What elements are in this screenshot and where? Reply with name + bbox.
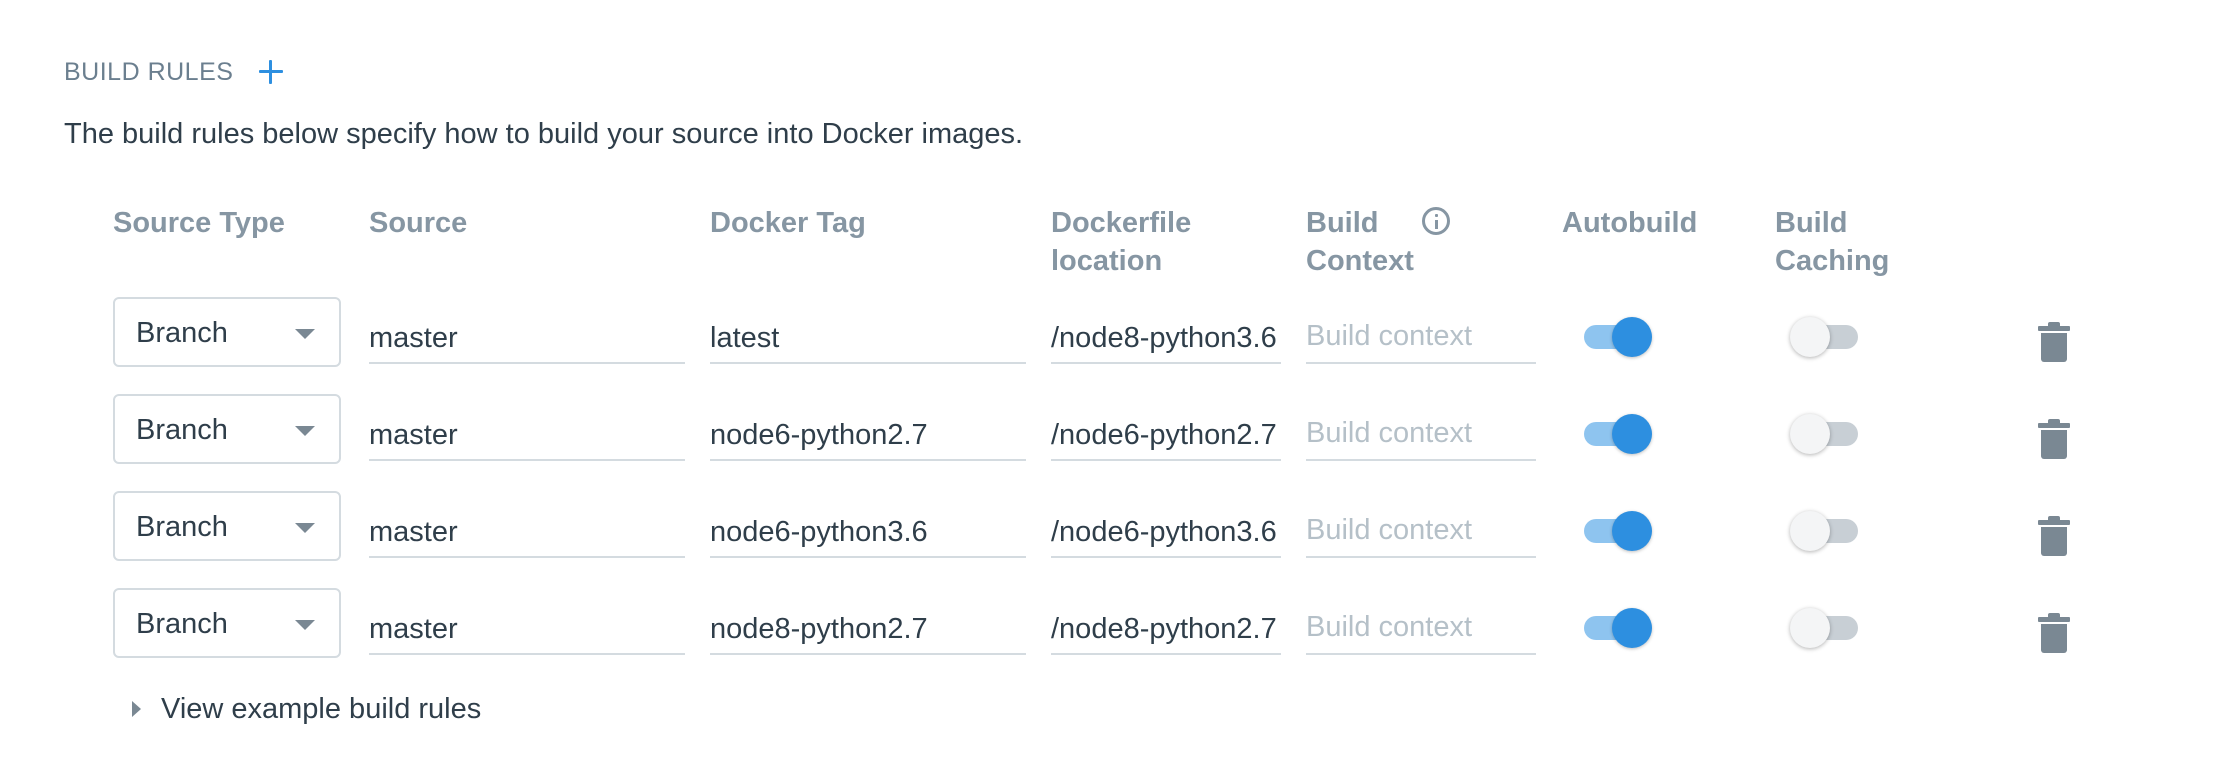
trash-icon[interactable] xyxy=(2038,419,2070,459)
trash-icon[interactable] xyxy=(2038,613,2070,653)
source-type-select[interactable]: Branch xyxy=(113,297,341,367)
column-header-context-line2: Context xyxy=(1306,245,1414,277)
autobuild-toggle[interactable] xyxy=(1580,608,1652,648)
docker-tag-input[interactable]: node6-python2.7 xyxy=(710,403,1026,461)
column-header-caching-line2: Caching xyxy=(1775,245,1890,277)
build-context-input[interactable]: Build context xyxy=(1306,597,1536,655)
dockerfile-location-input[interactable]: /node6-python3.6 xyxy=(1051,500,1281,558)
dockerfile-location-value: /node6-python3.6 xyxy=(1051,516,1277,548)
build-caching-toggle[interactable] xyxy=(1790,608,1862,648)
build-rule-row: Branch master node6-python3.6 /node6-pyt… xyxy=(0,486,2228,566)
docker-tag-value: latest xyxy=(710,322,780,354)
source-type-select[interactable]: Branch xyxy=(113,588,341,658)
build-context-placeholder: Build context xyxy=(1306,417,1473,449)
dockerfile-location-input[interactable]: /node8-python3.6 xyxy=(1051,306,1281,364)
build-context-placeholder: Build context xyxy=(1306,611,1473,643)
trash-icon[interactable] xyxy=(2038,516,2070,556)
build-context-placeholder: Build context xyxy=(1306,320,1473,352)
column-header-autobuild: Autobuild xyxy=(1562,207,1698,239)
view-example-label: View example build rules xyxy=(161,692,482,725)
build-context-placeholder: Build context xyxy=(1306,514,1473,546)
column-header-dockerfile-line1: Dockerfile xyxy=(1051,207,1192,239)
build-context-info-icon[interactable] xyxy=(1422,207,1450,235)
chevron-down-icon xyxy=(295,523,315,533)
build-context-input[interactable]: Build context xyxy=(1306,306,1536,364)
source-value: master xyxy=(369,516,458,548)
source-type-value: Branch xyxy=(136,414,228,446)
docker-tag-input[interactable]: node6-python3.6 xyxy=(710,500,1026,558)
autobuild-toggle[interactable] xyxy=(1580,511,1652,551)
dockerfile-location-value: /node8-python2.7 xyxy=(1051,613,1277,645)
source-value: master xyxy=(369,613,458,645)
caret-right-icon xyxy=(132,701,141,717)
build-caching-toggle[interactable] xyxy=(1790,414,1862,454)
docker-tag-input[interactable]: latest xyxy=(710,306,1026,364)
source-type-value: Branch xyxy=(136,511,228,543)
source-type-select[interactable]: Branch xyxy=(113,394,341,464)
build-rules-header: BUILD RULES xyxy=(64,56,285,88)
source-value: master xyxy=(369,322,458,354)
source-input[interactable]: master xyxy=(369,500,685,558)
source-type-value: Branch xyxy=(136,317,228,349)
source-input[interactable]: master xyxy=(369,403,685,461)
build-rule-row: Branch master node8-python2.7 /node8-pyt… xyxy=(0,583,2228,663)
source-input[interactable]: master xyxy=(369,597,685,655)
docker-tag-value: node8-python2.7 xyxy=(710,613,928,645)
docker-tag-input[interactable]: node8-python2.7 xyxy=(710,597,1026,655)
autobuild-toggle[interactable] xyxy=(1580,414,1652,454)
dockerfile-location-input[interactable]: /node6-python2.7 xyxy=(1051,403,1281,461)
trash-icon[interactable] xyxy=(2038,322,2070,362)
column-header-caching-line1: Build xyxy=(1775,207,1848,239)
docker-tag-value: node6-python2.7 xyxy=(710,419,928,451)
build-rule-row: Branch master node6-python2.7 /node6-pyt… xyxy=(0,389,2228,469)
source-value: master xyxy=(369,419,458,451)
build-context-input[interactable]: Build context xyxy=(1306,500,1536,558)
column-header-dockerfile-line2: location xyxy=(1051,245,1163,277)
section-description: The build rules below specify how to bui… xyxy=(64,118,1024,150)
dockerfile-location-input[interactable]: /node8-python2.7 xyxy=(1051,597,1281,655)
build-caching-toggle[interactable] xyxy=(1790,511,1862,551)
source-type-select[interactable]: Branch xyxy=(113,491,341,561)
dockerfile-location-value: /node8-python3.6 xyxy=(1051,322,1277,354)
build-caching-toggle[interactable] xyxy=(1790,317,1862,357)
column-header-context-line1: Build xyxy=(1306,207,1379,239)
source-type-value: Branch xyxy=(136,608,228,640)
source-input[interactable]: master xyxy=(369,306,685,364)
chevron-down-icon xyxy=(295,426,315,436)
column-header-source-type: Source Type xyxy=(113,207,285,239)
add-rule-plus-icon[interactable] xyxy=(257,58,285,86)
column-header-source: Source xyxy=(369,207,468,239)
autobuild-toggle[interactable] xyxy=(1580,317,1652,357)
build-rule-row: Branch master latest /node8-python3.6 Bu… xyxy=(0,292,2228,372)
column-header-docker-tag: Docker Tag xyxy=(710,207,866,239)
build-context-input[interactable]: Build context xyxy=(1306,403,1536,461)
dockerfile-location-value: /node6-python2.7 xyxy=(1051,419,1277,451)
column-header-build-context: Build Context xyxy=(1306,204,1414,280)
column-header-build-caching: Build Caching xyxy=(1775,204,1889,280)
section-title: BUILD RULES xyxy=(64,57,234,86)
chevron-down-icon xyxy=(295,329,315,339)
docker-tag-value: node6-python3.6 xyxy=(710,516,928,548)
chevron-down-icon xyxy=(295,620,315,630)
view-example-build-rules-link[interactable]: View example build rules xyxy=(132,690,481,728)
column-header-dockerfile-location: Dockerfile location xyxy=(1051,204,1191,280)
